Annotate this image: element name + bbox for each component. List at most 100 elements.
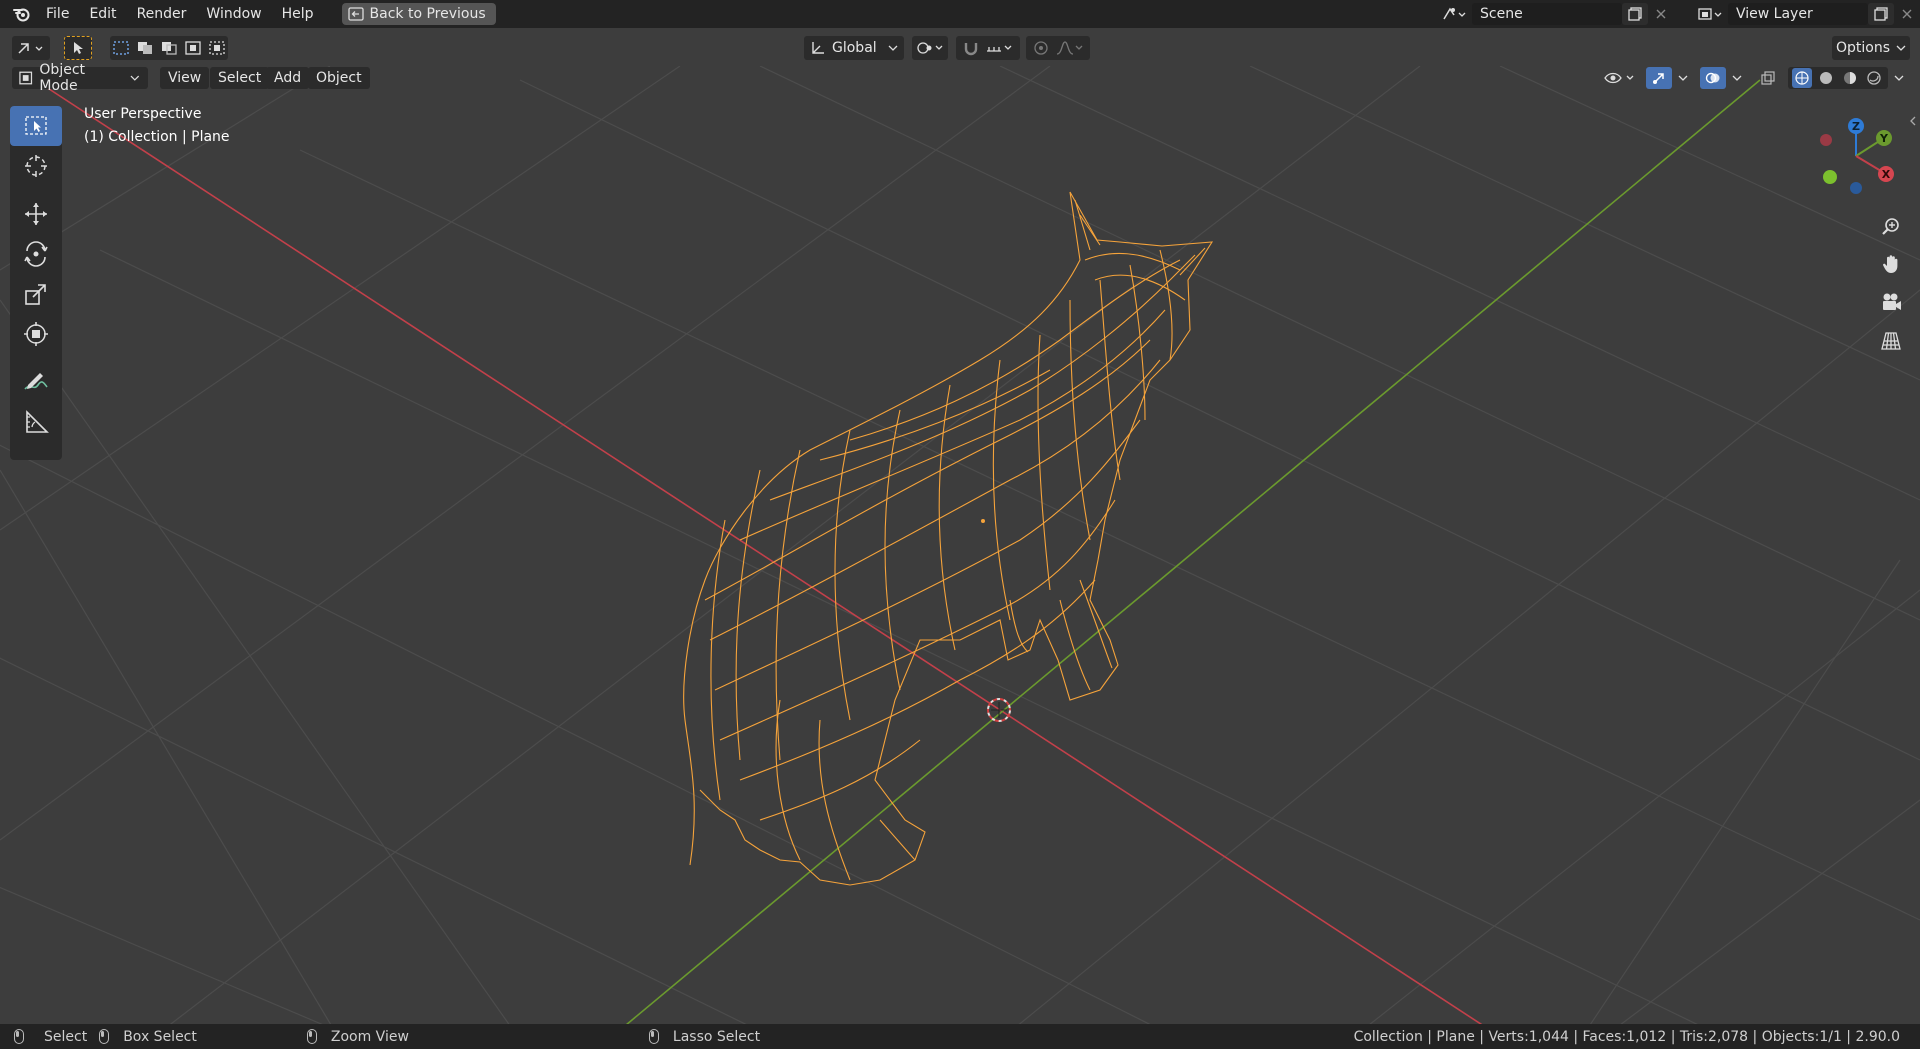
set-selection-icon[interactable] [111, 39, 131, 57]
eye-icon [1604, 72, 1634, 84]
rotate-icon [24, 241, 48, 267]
shading-dropdown[interactable] [1890, 67, 1908, 89]
viewport-menu-object[interactable]: Object [308, 67, 370, 89]
3d-viewport[interactable] [0, 66, 1920, 1024]
status-box-select-hint: Box Select [99, 1029, 197, 1045]
cat-mesh-wireframe[interactable] [683, 191, 1214, 886]
tool-measure[interactable] [10, 402, 62, 442]
object-origin [981, 519, 985, 523]
tool-cursor[interactable] [10, 146, 62, 186]
selection-mode-group [110, 36, 228, 60]
delete-scene-button[interactable] [1648, 3, 1674, 25]
solid-shading-icon[interactable] [1816, 68, 1836, 88]
zoom-icon [1882, 218, 1899, 235]
scale-icon [25, 284, 46, 305]
gizmo-x-label: X [1882, 168, 1891, 181]
rendered-shading-icon[interactable] [1864, 68, 1884, 88]
new-view-layer-button[interactable] [1868, 3, 1894, 25]
viewport-menu-select[interactable]: Select [210, 67, 270, 89]
tweak-tool-button[interactable] [64, 36, 92, 60]
intersect-selection-icon[interactable] [207, 39, 227, 57]
viewport-menu-view[interactable]: View [160, 67, 210, 89]
back-to-previous-button[interactable]: Back to Previous [341, 3, 496, 25]
3d-cursor-icon[interactable] [987, 698, 1011, 722]
options-dropdown[interactable]: Options [1832, 36, 1910, 60]
falloff-curve-icon[interactable] [1055, 39, 1085, 57]
scene-statistics: Collection | Plane | Verts:1,044 | Faces… [1353, 1028, 1900, 1045]
menu-window[interactable]: Window [196, 0, 271, 28]
snapping-group [956, 36, 1020, 60]
tool-move[interactable] [10, 194, 62, 234]
back-to-previous-label: Back to Previous [369, 6, 486, 22]
gizmo-icon [1653, 73, 1664, 84]
new-scene-button[interactable] [1622, 3, 1648, 25]
object-mode-icon [19, 71, 33, 85]
back-arrow-icon [347, 7, 364, 21]
viewport-menu-add[interactable]: Add [266, 67, 310, 89]
view-layer-icon [1698, 8, 1722, 20]
menu-help[interactable]: Help [272, 0, 324, 28]
sidebar-toggle-arrow[interactable] [1908, 112, 1918, 130]
proportional-editing-group [1026, 36, 1090, 60]
scene-icon [1443, 7, 1466, 20]
overlays-toggle-button[interactable] [1700, 67, 1726, 89]
delete-view-layer-button[interactable] [1894, 3, 1920, 25]
blender-logo-icon[interactable] [8, 0, 36, 28]
view-layer-field[interactable]: View Layer [1728, 3, 1868, 25]
tool-select-box[interactable] [10, 106, 62, 146]
scene-name-field[interactable]: Scene [1472, 3, 1622, 25]
status-bar: Select Box Select Zoom View Lasso Select… [0, 1024, 1920, 1049]
pan-view-button[interactable] [1876, 249, 1906, 279]
zoom-view-button[interactable] [1876, 211, 1906, 241]
visibility-select[interactable] [1600, 67, 1640, 89]
view-layer-text: View Layer [1736, 6, 1813, 22]
viewport-grid [0, 66, 1920, 1024]
snap-increment-icon[interactable] [985, 39, 1015, 57]
gizmo-neg-x[interactable] [1820, 134, 1832, 146]
extend-selection-icon[interactable] [135, 39, 155, 57]
gizmo-neg-z[interactable] [1850, 182, 1862, 194]
gizmo-dropdown[interactable] [1674, 67, 1692, 89]
gizmo-y-label: Y [1879, 132, 1889, 145]
chevron-down-icon [130, 75, 140, 81]
menu-render[interactable]: Render [127, 0, 197, 28]
mouse-middle-icon [306, 1029, 317, 1044]
gizmo-neg-y[interactable] [1823, 170, 1837, 184]
tool-scale[interactable] [10, 274, 62, 314]
status-lasso-hint: Lasso Select [648, 1028, 761, 1045]
subtract-selection-icon[interactable] [159, 39, 179, 57]
proportional-edit-icon[interactable] [1031, 39, 1051, 57]
material-shading-icon[interactable] [1840, 68, 1860, 88]
toggle-ortho-button[interactable] [1876, 326, 1906, 356]
interaction-mode-select[interactable]: Object Mode [12, 62, 148, 94]
scene-browse-button[interactable] [1436, 3, 1472, 25]
menu-file[interactable]: File [36, 0, 79, 28]
pivot-point-icon [917, 42, 943, 54]
status-lasso-text: Lasso Select [672, 1028, 761, 1045]
camera-view-button[interactable] [1876, 287, 1906, 317]
navigation-gizmo[interactable]: Z Y X [1810, 110, 1920, 200]
collection-info-label: (1) Collection | Plane [84, 129, 230, 145]
snap-magnet-icon[interactable] [961, 39, 981, 57]
gizmo-toggle-button[interactable] [1646, 67, 1672, 89]
select-box-icon [25, 116, 47, 135]
3d-cursor-tool-icon [25, 155, 47, 177]
tool-rotate[interactable] [10, 234, 62, 274]
menu-edit[interactable]: Edit [79, 0, 126, 28]
wireframe-shading-icon[interactable] [1792, 68, 1812, 88]
shading-mode-group [1788, 67, 1888, 89]
view-layer-browse-button[interactable] [1692, 3, 1728, 25]
xray-toggle-button[interactable] [1756, 67, 1780, 89]
status-zoom-hint: Zoom View [306, 1028, 409, 1045]
tool-transform[interactable] [10, 314, 62, 354]
close-icon [1656, 9, 1666, 19]
pivot-point-select[interactable] [912, 36, 948, 60]
overlays-dropdown[interactable] [1728, 67, 1746, 89]
status-select-text: Select [44, 1028, 88, 1045]
status-zoom-text: Zoom View [330, 1028, 409, 1045]
transform-orientation-select[interactable]: Global [804, 36, 904, 60]
chevron-down-icon [1732, 75, 1742, 81]
invert-selection-icon[interactable] [183, 39, 203, 57]
tool-annotate[interactable] [10, 362, 62, 402]
editor-type-button[interactable] [12, 36, 50, 60]
